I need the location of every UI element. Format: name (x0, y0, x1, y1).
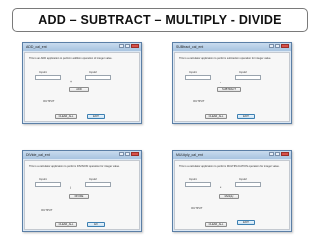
input2-field[interactable] (85, 75, 111, 80)
operator-sign: + (70, 80, 73, 84)
minimize-icon[interactable] (269, 152, 274, 156)
input2-field[interactable] (85, 182, 111, 187)
input2-field[interactable] (235, 75, 261, 80)
input2-label: Input2 (239, 177, 247, 181)
exit-button[interactable]: EXIT (87, 114, 105, 119)
output-field (55, 98, 77, 103)
operator-sign: * (220, 186, 222, 190)
input1-label: Input1 (189, 177, 197, 181)
multiply-calculator-window: MULtiply_cal_ent This is a calculator ap… (172, 150, 292, 232)
close-icon[interactable] (281, 44, 289, 48)
input1-label: Input1 (189, 70, 197, 74)
input1-field[interactable] (35, 182, 61, 187)
close-icon[interactable] (131, 44, 139, 48)
divide-calculator-window: DIVide_cal_ent This is a calculator appl… (22, 150, 142, 232)
window-title: SUBtract_cal_ent (176, 45, 204, 49)
add-button[interactable]: ADD (69, 87, 89, 92)
minimize-icon[interactable] (119, 44, 124, 48)
description-text: This is a calculator application to perf… (179, 57, 272, 60)
divide-button[interactable]: DIVIDE (69, 194, 89, 199)
window-titlebar[interactable]: ADD_cal_ent (23, 43, 141, 51)
multiply-button[interactable]: Multiply (219, 194, 239, 199)
window-client-area: This is an ADD application to perform ad… (24, 52, 140, 122)
exit-button[interactable]: EXIT (237, 114, 255, 119)
close-icon[interactable] (281, 152, 289, 156)
input2-label: Input2 (239, 70, 247, 74)
window-title: ADD_cal_ent (26, 45, 47, 49)
description-text: This is an ADD application to perform ad… (29, 57, 113, 60)
add-calculator-window: ADD_cal_ent This is an ADD application t… (22, 42, 142, 124)
minimize-icon[interactable] (119, 152, 124, 156)
clear-all-button[interactable]: CLEAR_ALL (55, 222, 77, 227)
subtract-button[interactable]: SUBTRACT (217, 87, 241, 92)
output-label: OUTPUT (43, 99, 55, 103)
output-label: OUTPUT (191, 206, 203, 210)
window-client-area: This is a calculator application to perf… (174, 52, 290, 122)
input2-field[interactable] (235, 182, 261, 187)
operator-sign: / (70, 186, 71, 190)
maximize-icon[interactable] (125, 44, 130, 48)
output-label: OUTPUT (41, 208, 53, 212)
input2-label: Input2 (89, 177, 97, 181)
input1-label: Input1 (39, 177, 47, 181)
output-label: OUTPUT (193, 99, 205, 103)
input1-label: Input1 (39, 70, 47, 74)
subtract-calculator-window: SUBtract_cal_ent This is a calculator ap… (172, 42, 292, 124)
clear-all-button[interactable]: CLEAR_ALL (205, 114, 227, 119)
window-title: DIVide_cal_ent (26, 153, 50, 157)
description-text: This is a calculator application to perf… (179, 165, 280, 168)
input1-field[interactable] (185, 182, 211, 187)
input2-label: Input2 (89, 70, 97, 74)
maximize-icon[interactable] (125, 152, 130, 156)
window-titlebar[interactable]: DIVide_cal_ent (23, 151, 141, 159)
slide-title: ADD – SUBTRACT – MULTIPLY - DIVIDE (12, 8, 308, 32)
window-title: MULtiply_cal_ent (176, 153, 203, 157)
close-icon[interactable] (131, 152, 139, 156)
window-titlebar[interactable]: MULtiply_cal_ent (173, 151, 291, 159)
input1-field[interactable] (185, 75, 211, 80)
input1-field[interactable] (35, 75, 61, 80)
clear-all-button[interactable]: CLEAR_ALL (205, 222, 227, 227)
maximize-icon[interactable] (275, 44, 280, 48)
minimize-icon[interactable] (269, 44, 274, 48)
description-text: This is a calculator application to perf… (29, 165, 120, 168)
window-client-area: This is a calculator application to perf… (174, 160, 290, 230)
window-titlebar[interactable]: SUBtract_cal_ent (173, 43, 291, 51)
exit-button[interactable]: EX (87, 222, 105, 227)
maximize-icon[interactable] (275, 152, 280, 156)
exit-button[interactable]: EXIT (237, 220, 255, 225)
operator-sign: - (220, 80, 222, 84)
window-client-area: This is a calculator application to perf… (24, 160, 140, 230)
clear-all-button[interactable]: CLEAR_ALL (55, 114, 77, 119)
